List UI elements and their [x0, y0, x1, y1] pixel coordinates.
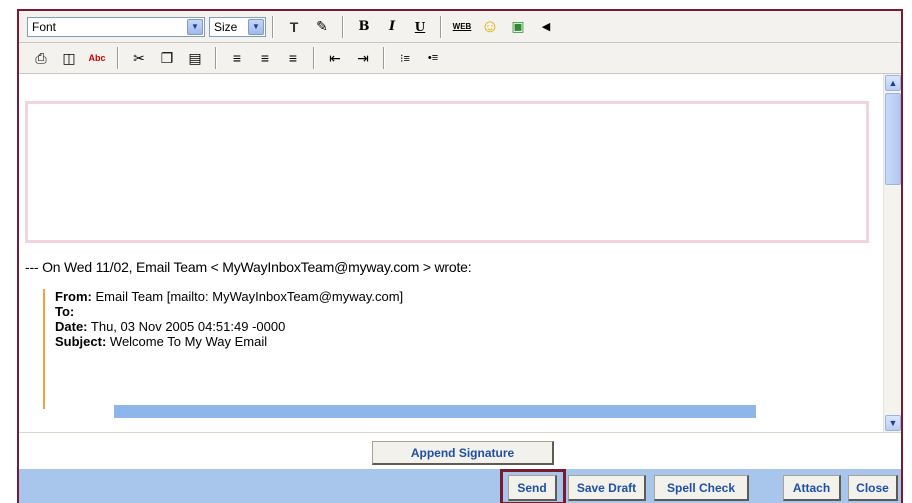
highlight-icon[interactable]: ✎ [310, 15, 334, 39]
quoted-banner [114, 405, 756, 418]
quoted-header: --- On Wed 11/02, Email Team < MyWayInbo… [25, 259, 472, 275]
text-color-icon[interactable]: T [282, 15, 306, 39]
attach-button[interactable]: Attach [783, 475, 841, 501]
subject-label: Subject: [55, 334, 107, 349]
web-link-icon[interactable]: WEB [450, 15, 474, 39]
chevron-down-icon[interactable]: ▼ [248, 18, 264, 35]
copy-icon[interactable]: ❐ [155, 46, 179, 70]
toolbar-divider [117, 47, 119, 69]
toolbar-divider [342, 15, 344, 38]
chevron-down-icon[interactable]: ▼ [187, 18, 203, 35]
font-select-value: Font [32, 19, 57, 34]
from-value: Email Team [mailto: MyWayInboxTeam@myway… [91, 289, 404, 304]
align-right-icon[interactable]: ≡ [281, 46, 305, 70]
toolbar-divider [313, 47, 315, 69]
toolbar-divider [272, 15, 274, 38]
signature-row: Append Signature [19, 432, 901, 469]
underline-button[interactable]: U [408, 15, 432, 39]
outdent-icon[interactable]: ⇤ [323, 46, 347, 70]
subject-row: Subject: Welcome To My Way Email [55, 334, 863, 349]
date-value: Thu, 03 Nov 2005 04:51:49 -0000 [87, 319, 286, 334]
formatting-toolbar: Font ▼ Size ▼ T ✎ B I U WEB ☺ ▣ ◀ [19, 11, 901, 43]
align-center-icon[interactable]: ≡ [253, 46, 277, 70]
print-icon[interactable]: ⎙ [29, 46, 53, 70]
size-select-value: Size [214, 19, 238, 34]
send-button[interactable]: Send [508, 475, 557, 501]
toolbar-divider [440, 15, 442, 38]
date-row: Date: Thu, 03 Nov 2005 04:51:49 -0000 [55, 319, 863, 334]
scroll-up-icon[interactable]: ▲ [885, 75, 901, 91]
size-select[interactable]: Size ▼ [209, 16, 266, 37]
scroll-thumb[interactable] [885, 93, 901, 185]
from-label: From: [55, 289, 92, 304]
from-row: From: Email Team [mailto: MyWayInboxTeam… [55, 289, 863, 304]
to-label: To: [55, 304, 75, 319]
paste-icon[interactable]: ▤ [183, 46, 207, 70]
cut-icon[interactable]: ✂ [127, 46, 151, 70]
quoted-message: From: Email Team [mailto: MyWayInboxTeam… [43, 289, 863, 409]
to-row: To: [55, 304, 863, 319]
save-draft-button[interactable]: Save Draft [568, 475, 646, 501]
scroll-down-icon[interactable]: ▼ [885, 415, 901, 431]
sound-icon[interactable]: ◀ [534, 15, 558, 39]
font-select[interactable]: Font ▼ [27, 16, 205, 37]
bullet-list-icon[interactable]: •≡ [421, 46, 445, 70]
italic-button[interactable]: I [380, 15, 404, 39]
insert-image-icon[interactable]: ▣ [506, 15, 530, 39]
message-editor[interactable]: --- On Wed 11/02, Email Team < MyWayInbo… [19, 74, 901, 432]
append-signature-button[interactable]: Append Signature [372, 441, 554, 465]
spell-check-button[interactable]: Spell Check [654, 475, 749, 501]
reply-text-area[interactable] [25, 101, 869, 243]
compose-frame: Font ▼ Size ▼ T ✎ B I U WEB ☺ ▣ ◀ ⎙ ◫ Ab… [17, 9, 903, 503]
date-label: Date: [55, 319, 88, 334]
editing-toolbar: ⎙ ◫ Abc ✂ ❐ ▤ ≡ ≡ ≡ ⇤ ⇥ ⁝≡ •≡ [19, 43, 901, 74]
align-left-icon[interactable]: ≡ [225, 46, 249, 70]
action-bar: Send Save Draft Spell Check Attach Close [19, 469, 901, 503]
numbered-list-icon[interactable]: ⁝≡ [393, 46, 417, 70]
editor-scrollbar[interactable]: ▲ ▼ [883, 74, 901, 432]
toolbar-divider [215, 47, 217, 69]
indent-icon[interactable]: ⇥ [351, 46, 375, 70]
subject-value: Welcome To My Way Email [106, 334, 268, 349]
bold-button[interactable]: B [352, 15, 376, 39]
preview-icon[interactable]: ◫ [57, 46, 81, 70]
spell-check-icon[interactable]: Abc [85, 46, 109, 70]
toolbar-divider [383, 47, 385, 69]
close-button[interactable]: Close [848, 475, 898, 501]
smiley-icon[interactable]: ☺ [478, 15, 502, 39]
